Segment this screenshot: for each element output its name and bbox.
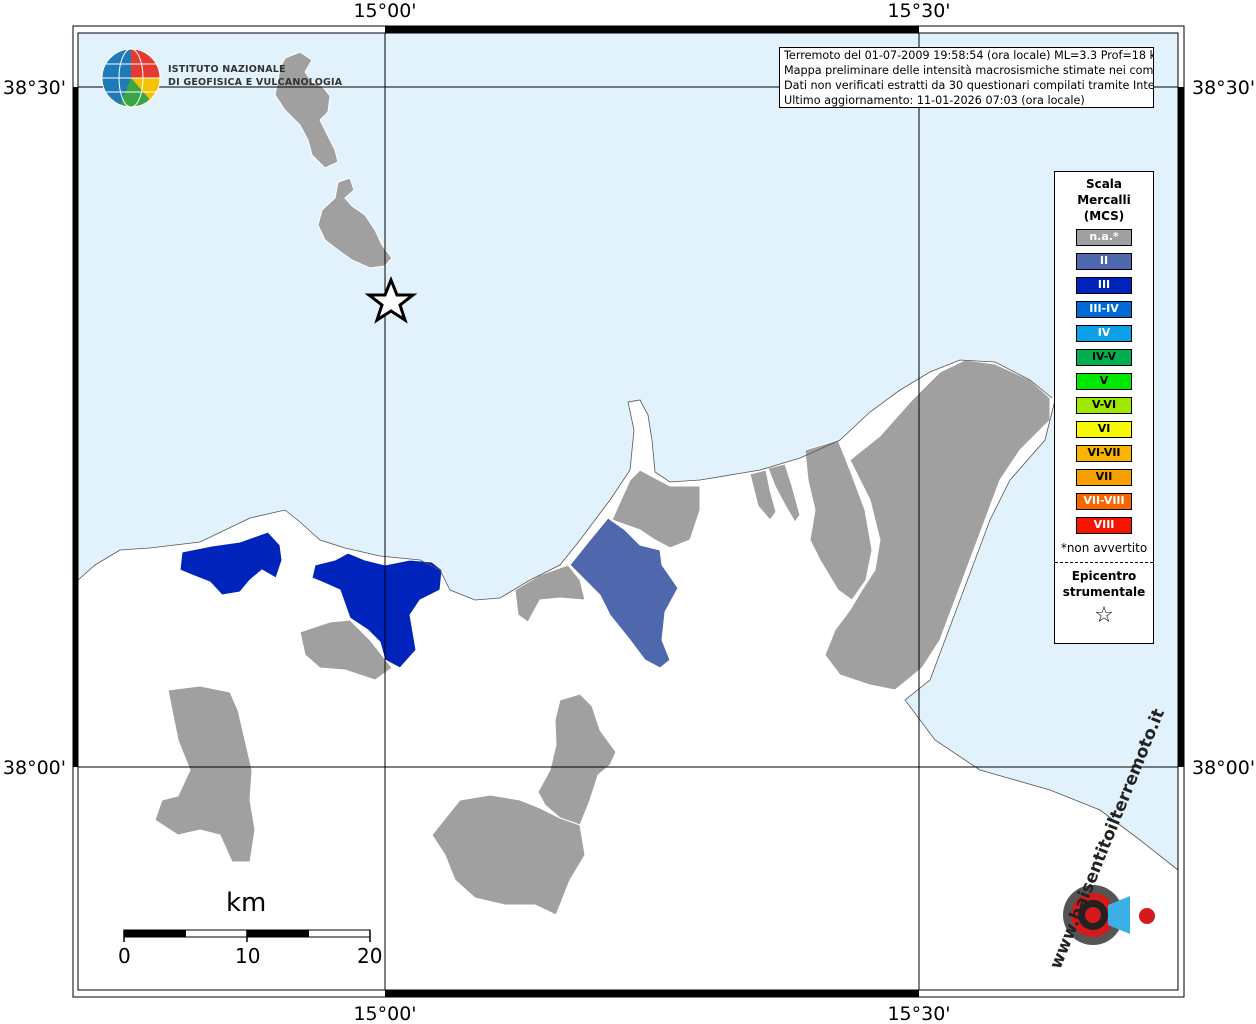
scale-unit: km: [226, 888, 267, 918]
legend-note: *non avvertito: [1060, 541, 1148, 555]
mcs-legend: Scala Mercalli (MCS) n.a.* II III III-IV IV I…: [1054, 171, 1154, 644]
legend-item: VII: [1076, 469, 1132, 486]
legend-item: III-IV: [1076, 301, 1132, 318]
legend-title: Scala Mercalli (MCS): [1055, 176, 1153, 224]
lat-label-left-1: 38°30': [3, 77, 66, 99]
legend-epicenter-label: Epicentro strumentale: [1055, 568, 1153, 600]
earthquake-info-box: Terremoto del 01-07-2009 19:58:54 (ora l…: [779, 47, 1154, 108]
ingv-line-2: DI GEOFISICA E VULCANOLOGIA: [168, 77, 343, 88]
legend-title-line1: Scala: [1085, 177, 1123, 191]
lon-label-top-1: 15°00': [353, 0, 416, 22]
legend-title-line2: Mercalli: [1077, 193, 1131, 207]
scale-tick-0: 0: [118, 944, 131, 968]
legend-item: n.a.*: [1076, 229, 1132, 246]
legend-item: VI: [1076, 421, 1132, 438]
legend-item: VI-VII: [1076, 445, 1132, 462]
legend-item: VII-VIII: [1076, 493, 1132, 510]
legend-epicenter-line2: strumentale: [1062, 585, 1146, 599]
legend-item: V-VI: [1076, 397, 1132, 414]
legend-item: III: [1076, 277, 1132, 294]
ingv-line-1: ISTITUTO NAZIONALE: [168, 64, 286, 75]
legend-star-icon: ☆: [1094, 603, 1114, 628]
legend-item: V: [1076, 373, 1132, 390]
lat-label-right-2: 38°00': [1192, 757, 1255, 779]
info-line-map: Mappa preliminare delle intensità macros…: [784, 64, 1154, 77]
legend-separator: [1055, 562, 1153, 563]
lon-label-top-2: 15°30': [887, 0, 950, 22]
scale-tick-10: 10: [235, 944, 261, 968]
legend-item: IV-V: [1076, 349, 1132, 366]
frame-bar-right: [1178, 87, 1184, 767]
legend-item: II: [1076, 253, 1132, 270]
scale-tick-20: 20: [357, 944, 383, 968]
info-line-event: Terremoto del 01-07-2009 19:58:54 (ora l…: [784, 49, 1154, 62]
globe-icon: [101, 48, 161, 108]
lat-label-left-2: 38°00': [3, 757, 66, 779]
legend-epicenter-line1: Epicentro: [1071, 569, 1137, 583]
legend-item: IV: [1076, 325, 1132, 342]
frame-bar-left: [73, 87, 78, 767]
info-line-data: Dati non verificati estratti da 30 quest…: [784, 79, 1154, 92]
frame-bar-bottom: [385, 990, 919, 997]
legend-title-line3: (MCS): [1083, 209, 1125, 223]
lon-label-bottom-2: 15°30': [887, 1003, 950, 1024]
lat-label-right-1: 38°30': [1192, 77, 1255, 99]
legend-items: n.a.* II III III-IV IV IV-V V V-VI VI VI-VII VII VI…: [1055, 229, 1153, 534]
ingv-logo-text: ISTITUTO NAZIONALE DI GEOFISICA E VULCAN…: [168, 63, 342, 89]
info-line-update: Ultimo aggiornamento: 11-01-2026 07:03 (…: [784, 94, 1085, 107]
frame-bar-top: [385, 26, 919, 33]
lon-label-bottom-1: 15°00': [353, 1003, 416, 1024]
legend-item: VIII: [1076, 517, 1132, 534]
